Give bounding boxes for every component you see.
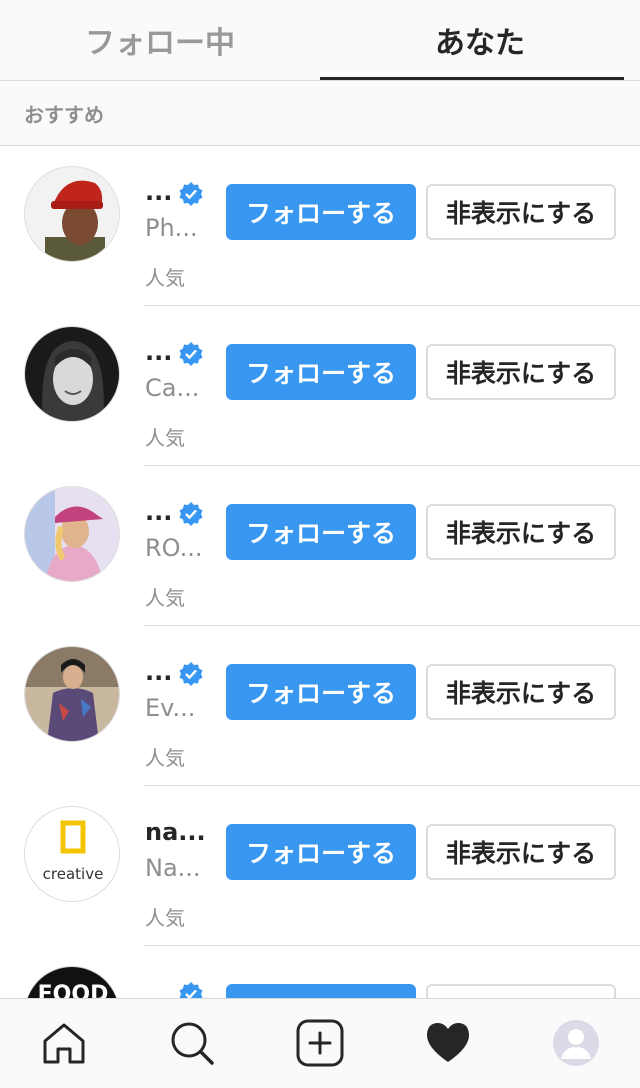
- hide-button[interactable]: 非表示にする: [426, 344, 616, 400]
- full-name: Ca...: [145, 374, 200, 402]
- verified-badge-icon: [179, 982, 203, 998]
- tab-following[interactable]: フォロー中: [0, 0, 320, 80]
- follow-button[interactable]: フォローする: [226, 664, 416, 720]
- full-name: Na...: [145, 854, 201, 882]
- avatar[interactable]: creative: [24, 806, 120, 902]
- follow-button[interactable]: フォローする: [226, 344, 416, 400]
- avatar-image: creative: [25, 807, 119, 901]
- add-post-icon[interactable]: [296, 1019, 344, 1067]
- follow-button[interactable]: [226, 984, 416, 998]
- verified-badge-icon: [179, 342, 203, 366]
- avatar[interactable]: [24, 486, 120, 582]
- full-name: Ph...: [145, 214, 198, 242]
- username[interactable]: ...: [145, 178, 172, 206]
- home-icon[interactable]: [40, 1019, 88, 1067]
- avatar-image: [25, 327, 119, 421]
- activity-heart-icon[interactable]: [424, 1019, 472, 1067]
- list-item: ... Ev... 人気 フォローする 非表示にする: [0, 626, 640, 786]
- hide-button[interactable]: 非表示にする: [426, 184, 616, 240]
- avatar-image: FOOD: [25, 967, 119, 998]
- activity-tabs: フォロー中 あなた: [0, 0, 640, 81]
- list-item: FOOD: [0, 946, 640, 998]
- follow-button[interactable]: フォローする: [226, 824, 416, 880]
- username[interactable]: ...: [145, 658, 172, 686]
- suggestion-reason: 人気: [145, 266, 185, 290]
- avatar-image: [25, 487, 119, 581]
- avatar-image: [25, 167, 119, 261]
- search-icon[interactable]: [168, 1019, 216, 1067]
- username[interactable]: ...: [145, 498, 172, 526]
- suggestion-reason: 人気: [145, 426, 185, 450]
- suggestion-reason: 人気: [145, 586, 185, 610]
- bottom-nav: [0, 998, 640, 1088]
- list-item: ... Ca... 人気 フォローする 非表示にする: [0, 306, 640, 466]
- suggestion-list[interactable]: ... Ph... 人気 フォローする 非表示にする ... Ca... 人気: [0, 146, 640, 998]
- tab-you[interactable]: あなた: [320, 0, 640, 80]
- list-item: creative na... Na... 人気 フォローする 非表示にする: [0, 786, 640, 946]
- profile-icon[interactable]: [552, 1019, 600, 1067]
- hide-button[interactable]: 非表示にする: [426, 824, 616, 880]
- avatar[interactable]: FOOD: [24, 966, 120, 998]
- username[interactable]: na...: [145, 818, 206, 846]
- avatar[interactable]: [24, 166, 120, 262]
- list-item: ... RO... 人気 フォローする 非表示にする: [0, 466, 640, 626]
- verified-badge-icon: [179, 502, 203, 526]
- avatar-logo-text: creative: [43, 865, 104, 883]
- avatar[interactable]: [24, 646, 120, 742]
- follow-button[interactable]: フォローする: [226, 184, 416, 240]
- username[interactable]: ...: [145, 338, 172, 366]
- avatar-image: [25, 647, 119, 741]
- hide-button[interactable]: 非表示にする: [426, 504, 616, 560]
- active-tab-indicator: [320, 77, 624, 80]
- full-name: RO...: [145, 534, 203, 562]
- hide-button[interactable]: [426, 984, 616, 998]
- full-name: Ev...: [145, 694, 196, 722]
- verified-badge-icon: [179, 662, 203, 686]
- follow-button[interactable]: フォローする: [226, 504, 416, 560]
- section-title: おすすめ: [0, 81, 640, 146]
- avatar[interactable]: [24, 326, 120, 422]
- suggestion-reason: 人気: [145, 906, 185, 930]
- list-item: ... Ph... 人気 フォローする 非表示にする: [0, 146, 640, 306]
- verified-badge-icon: [179, 182, 203, 206]
- suggestion-reason: 人気: [145, 746, 185, 770]
- hide-button[interactable]: 非表示にする: [426, 664, 616, 720]
- avatar-logo-text: FOOD: [38, 982, 109, 998]
